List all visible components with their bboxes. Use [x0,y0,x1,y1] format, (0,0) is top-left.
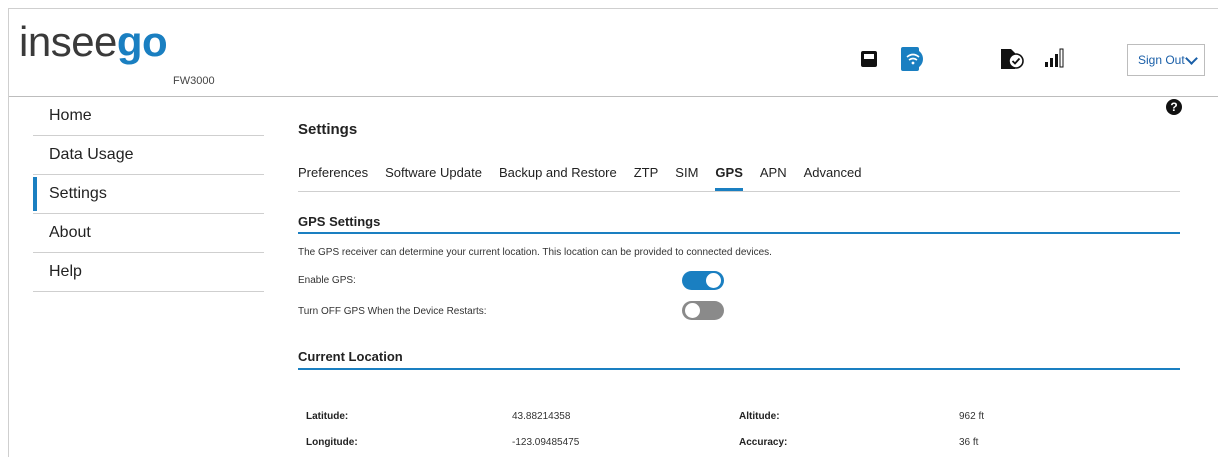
page-title: Settings [298,121,358,138]
sidebar: Home Data Usage Settings About Help [33,97,264,292]
sidebar-item-about[interactable]: About [33,214,264,253]
gps-settings-divider [298,232,1180,234]
tab-software-update[interactable]: Software Update [385,164,482,192]
sidebar-item-help[interactable]: Help [33,253,264,292]
accuracy-label: Accuracy: [739,437,788,448]
signal-icon [1045,48,1064,68]
tab-ztp[interactable]: ZTP [634,164,659,192]
sidebar-item-home[interactable]: Home [33,97,264,136]
enable-gps-toggle[interactable] [682,271,724,290]
wifi-icon[interactable] [901,47,925,71]
help-icon[interactable]: ? [1166,99,1182,115]
tab-apn[interactable]: APN [760,164,787,192]
sidebar-item-settings[interactable]: Settings [33,175,264,214]
header: inseego FW3000 Sign Out [9,9,1218,97]
logo-accent: go [116,18,168,65]
turn-off-gps-toggle[interactable] [682,301,724,320]
inseego-logo: inseego [19,18,168,65]
sidebar-item-data-usage[interactable]: Data Usage [33,136,264,175]
sim-icon[interactable] [999,47,1025,71]
sign-out-label: Sign Out [1138,53,1185,67]
current-location-title: Current Location [298,349,403,364]
current-location-divider [298,368,1180,370]
app-frame: inseego FW3000 Sign Out Home Data Usage … [8,8,1218,457]
enable-gps-label: Enable GPS: [298,275,356,286]
altitude-value: 962 ft [959,411,985,422]
longitude-label: Longitude: [306,437,358,448]
sign-out-button[interactable]: Sign Out [1127,44,1205,76]
gps-description: The GPS receiver can determine your curr… [298,247,772,258]
ethernet-icon[interactable] [861,51,877,67]
chevron-down-icon [1185,52,1198,65]
longitude-value: -123.09485475 [512,437,580,448]
toggle-knob [685,303,700,318]
tab-backup-and-restore[interactable]: Backup and Restore [499,164,617,192]
settings-tabs: Preferences Software Update Backup and R… [298,164,1180,192]
tab-sim[interactable]: SIM [675,164,698,192]
latitude-value: 43.88214358 [512,411,571,422]
model-name: FW3000 [173,75,215,87]
turn-off-gps-label: Turn OFF GPS When the Device Restarts: [298,306,487,317]
toggle-knob [706,273,721,288]
gps-settings-title: GPS Settings [298,214,381,229]
altitude-label: Altitude: [739,411,780,422]
accuracy-value: 36 ft [959,437,979,448]
tab-preferences[interactable]: Preferences [298,164,368,192]
logo-text: insee [19,18,117,65]
tab-gps[interactable]: GPS [715,164,744,192]
latitude-label: Latitude: [306,411,349,422]
tab-advanced[interactable]: Advanced [804,164,862,192]
